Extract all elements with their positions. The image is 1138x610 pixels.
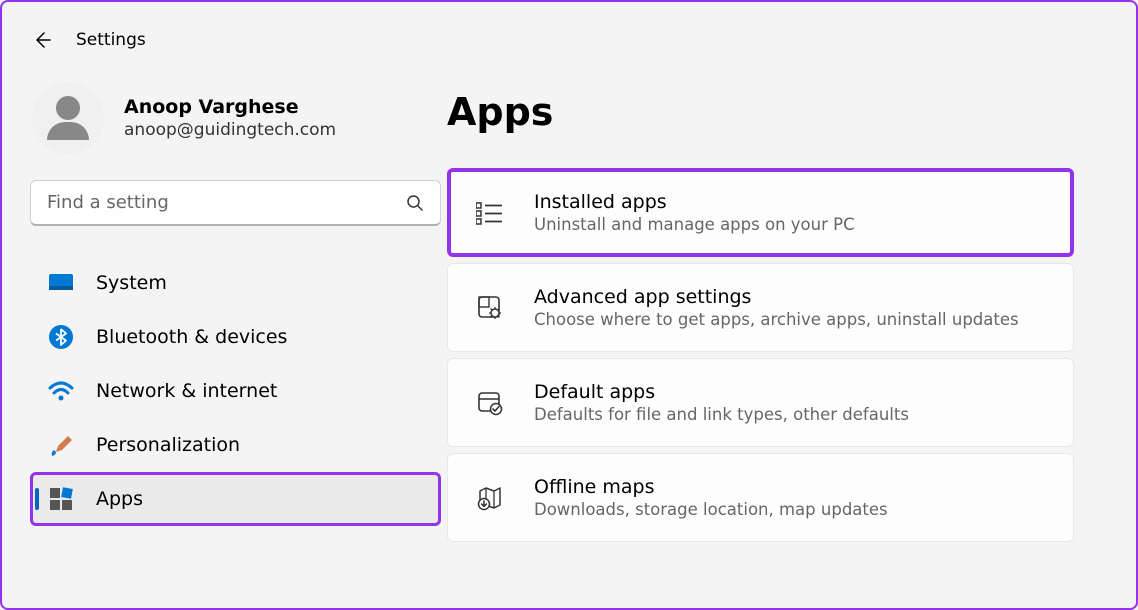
search-input[interactable]: [47, 192, 406, 213]
offline-maps-icon: [476, 484, 504, 512]
search-box[interactable]: [30, 180, 441, 226]
nav-label: Apps: [96, 488, 143, 510]
profile-block[interactable]: Anoop Varghese anoop@guidingtech.com: [30, 82, 447, 154]
nav-label: Personalization: [96, 434, 240, 456]
card-installed-apps[interactable]: Installed apps Uninstall and manage apps…: [447, 168, 1074, 257]
sidebar-item-system[interactable]: System: [30, 256, 441, 310]
avatar-icon: [32, 82, 104, 154]
card-desc: Uninstall and manage apps on your PC: [534, 215, 855, 234]
apps-icon: [48, 486, 74, 512]
back-arrow-icon[interactable]: [32, 30, 52, 50]
profile-name: Anoop Varghese: [124, 96, 336, 118]
search-icon: [406, 194, 424, 212]
sidebar-item-personalization[interactable]: Personalization: [30, 418, 441, 472]
nav-list: System Bluetooth & devices Network & int…: [30, 256, 447, 526]
nav-label: Network & internet: [96, 380, 277, 402]
sidebar-item-apps[interactable]: Apps: [30, 472, 441, 526]
main-content: Apps Installed apps Uninstall and manage…: [447, 82, 1136, 548]
header-bar: Settings: [2, 2, 1136, 50]
sidebar-item-network[interactable]: Network & internet: [30, 364, 441, 418]
card-desc: Downloads, storage location, map updates: [534, 500, 888, 519]
bluetooth-icon: [48, 324, 74, 350]
card-offline-maps[interactable]: Offline maps Downloads, storage location…: [447, 453, 1074, 542]
card-default-apps[interactable]: Default apps Defaults for file and link …: [447, 358, 1074, 447]
card-title: Default apps: [534, 381, 909, 403]
profile-email: anoop@guidingtech.com: [124, 120, 336, 140]
advanced-settings-icon: [476, 294, 504, 322]
paintbrush-icon: [48, 432, 74, 458]
installed-apps-icon: [476, 199, 504, 227]
sidebar-item-bluetooth[interactable]: Bluetooth & devices: [30, 310, 441, 364]
default-apps-icon: [476, 389, 504, 417]
card-desc: Defaults for file and link types, other …: [534, 405, 909, 424]
nav-label: System: [96, 272, 167, 294]
card-desc: Choose where to get apps, archive apps, …: [534, 310, 1019, 329]
card-title: Offline maps: [534, 476, 888, 498]
header-title: Settings: [76, 30, 146, 50]
nav-label: Bluetooth & devices: [96, 326, 287, 348]
wifi-icon: [48, 378, 74, 404]
page-title: Apps: [447, 90, 1136, 134]
card-title: Advanced app settings: [534, 286, 1019, 308]
card-advanced-app-settings[interactable]: Advanced app settings Choose where to ge…: [447, 263, 1074, 352]
system-icon: [48, 270, 74, 296]
card-title: Installed apps: [534, 191, 855, 213]
sidebar: Anoop Varghese anoop@guidingtech.com Sys…: [2, 82, 447, 548]
